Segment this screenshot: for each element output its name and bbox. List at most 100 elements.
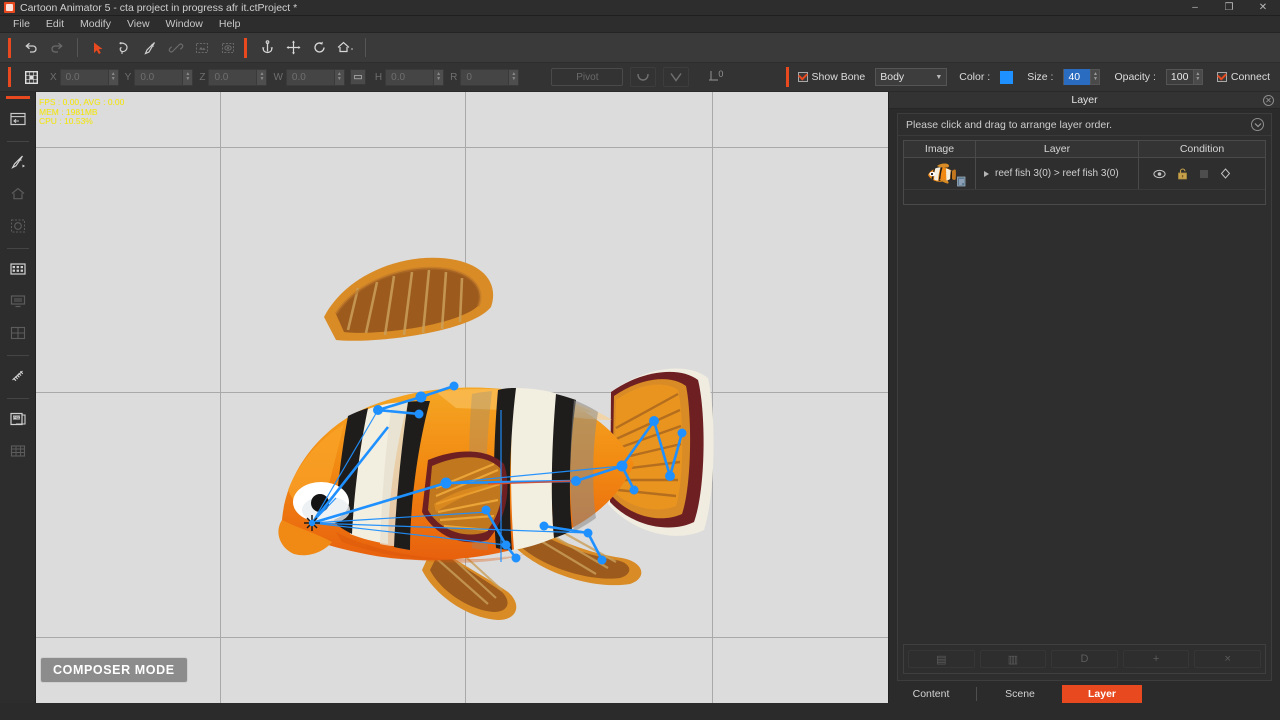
menu-edit[interactable]: Edit [38,16,72,33]
color-label: Color : [959,71,990,83]
bone-tool-icon[interactable] [3,147,33,177]
layer-list-spacer [898,205,1271,644]
y-input[interactable]: 0.0 ▲▼ [134,69,193,86]
duplicate-layer-button[interactable]: ▥ [980,650,1047,668]
layer-name-cell[interactable]: reef fish 3(0) > reef fish 3(0) [976,158,1139,189]
show-bone-label: Show Bone [812,71,866,83]
expand-triangle-icon[interactable] [984,171,989,177]
dorsal-fin [324,258,493,341]
menu-window[interactable]: Window [158,16,211,33]
link-icon[interactable] [163,36,189,60]
unlock-icon[interactable] [1177,168,1188,180]
eye-icon[interactable] [1153,169,1166,179]
layer-order-icon: 0 [707,68,723,86]
main-toolbar [0,33,1280,63]
z-stepper[interactable]: ▲▼ [256,70,266,85]
x-input[interactable]: 0.0 ▲▼ [60,69,119,86]
app-logo-icon [4,2,15,13]
show-bone-checkbox[interactable] [798,72,808,82]
stage-canvas[interactable]: FPS : 0.00, AVG : 0.00 MEM : 1981MB CPU … [36,92,888,703]
aspect-lock-icon[interactable] [350,69,366,85]
bone-size-input[interactable]: 40 ▲▼ [1063,69,1100,85]
bone-opacity-stepper[interactable]: ▲▼ [1193,70,1202,84]
sprite-editor-icon[interactable] [189,36,215,60]
layer-order-value: 0 [718,69,723,79]
diamond-icon[interactable] [1220,168,1231,179]
rotate-icon[interactable] [306,36,332,60]
close-button[interactable]: ✕ [1246,0,1280,16]
panel-close-icon[interactable]: ✕ [1263,95,1274,106]
rail-divider-2 [7,248,29,249]
w-value: 0.0 [287,69,334,86]
connect-checkbox[interactable] [1217,72,1227,82]
bone-color-swatch[interactable] [1000,71,1013,84]
preview-icon[interactable] [215,36,241,60]
delete-layer-button[interactable]: × [1194,650,1261,668]
transform-grid-icon[interactable] [18,65,44,89]
layer-table: Image Layer Condition [903,140,1266,205]
menu-help[interactable]: Help [211,16,249,33]
h-stepper[interactable]: ▲▼ [433,70,443,85]
column-header-image: Image [904,141,976,157]
merge-layer-button[interactable]: ▤ [908,650,975,668]
pen-icon[interactable] [137,36,163,60]
opacity-label: Opacity : [1114,71,1155,83]
r-input[interactable]: 0 ▲▼ [460,69,519,86]
w-input[interactable]: 0.0 ▲▼ [286,69,345,86]
panel-tabs: Content Scene Layer [889,683,1280,703]
window-title: Cartoon Animator 5 - cta project in prog… [20,2,297,14]
layer-thumbnail-cell[interactable] [904,158,976,189]
tab-layer[interactable]: Layer [1062,685,1142,703]
pivot-button[interactable]: Pivot [551,68,623,86]
curve-down-icon[interactable] [630,67,656,87]
layer-name-text: reef fish 3(0) > reef fish 3(0) [995,168,1119,179]
curve-v-icon[interactable] [663,67,689,87]
tab-scene[interactable]: Scene [980,685,1060,703]
column-header-condition: Condition [1139,141,1265,157]
bone-size-stepper[interactable]: ▲▼ [1090,70,1099,84]
table-row[interactable]: reef fish 3(0) > reef fish 3(0) [904,158,1265,190]
bone-type-select[interactable]: Body ▼ [875,68,947,86]
y-stepper[interactable]: ▲▼ [182,70,192,85]
undo-icon[interactable] [18,36,44,60]
lasso-icon[interactable] [111,36,137,60]
select-arrow-icon[interactable] [85,36,111,60]
size-label: Size : [1027,71,1053,83]
tab-divider [976,687,977,701]
x-value: 0.0 [61,69,108,86]
toolbar-accent-bar-2 [244,38,247,58]
table-icon[interactable] [3,436,33,466]
redo-icon[interactable] [44,36,70,60]
mask-icon[interactable] [3,211,33,241]
add-layer-button[interactable]: + [1123,650,1190,668]
menu-file[interactable]: File [5,16,38,33]
bone-opacity-input[interactable]: 100 ▲▼ [1166,69,1203,85]
move-icon[interactable] [280,36,306,60]
layer-condition-cell [1139,158,1265,189]
square-icon[interactable] [1199,169,1209,179]
y-value: 0.0 [135,69,182,86]
tab-content[interactable]: Content [891,685,971,703]
anchor-icon[interactable] [254,36,280,60]
minimize-button[interactable]: – [1178,0,1212,16]
detach-layer-button[interactable]: D [1051,650,1118,668]
monitor-icon[interactable] [3,286,33,316]
layout-grid-icon[interactable] [3,318,33,348]
home-shape-icon[interactable] [3,179,33,209]
sprite-panel-icon[interactable] [3,104,33,134]
maximize-button[interactable]: ❐ [1212,0,1246,16]
menu-modify[interactable]: Modify [72,16,119,33]
spring-icon[interactable] [3,361,33,391]
h-input[interactable]: 0.0 ▲▼ [385,69,444,86]
psd-icon[interactable]: PSD [3,404,33,434]
chevron-down-icon[interactable] [1251,118,1264,131]
r-stepper[interactable]: ▲▼ [508,70,518,85]
character-artwork[interactable] [36,92,888,703]
keyboard-grid-icon[interactable] [3,254,33,284]
w-stepper[interactable]: ▲▼ [334,70,344,85]
z-input[interactable]: 0.0 ▲▼ [208,69,267,86]
menu-view[interactable]: View [119,16,158,33]
home-icon[interactable] [332,36,358,60]
rail-divider-3 [7,355,29,356]
x-stepper[interactable]: ▲▼ [108,70,118,85]
